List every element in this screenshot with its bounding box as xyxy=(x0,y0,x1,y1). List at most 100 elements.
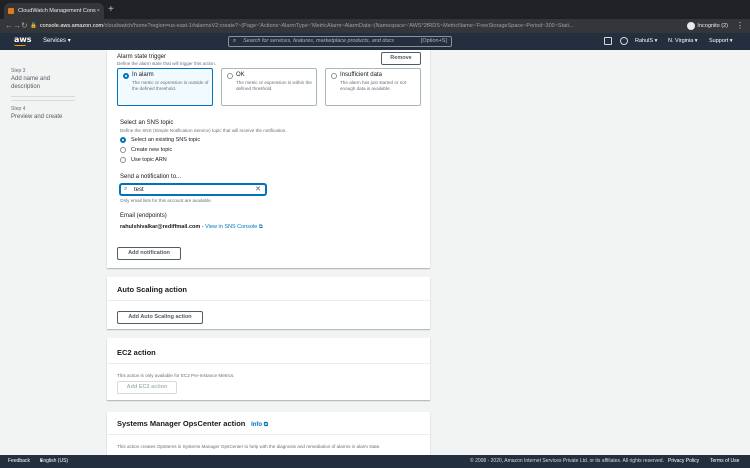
tile-desc: The metric or expression is within the d… xyxy=(236,80,312,91)
sns-existing-radio[interactable] xyxy=(120,137,126,143)
account-menu[interactable]: RahulS ▾ xyxy=(635,33,657,50)
tile-title: In alarm xyxy=(132,72,154,78)
sns-option-label: Select an existing SNS topic xyxy=(131,137,201,143)
aws-top-nav: aws Services ▾ ⌕ Search for services, fe… xyxy=(0,33,750,50)
in-alarm-radio[interactable] xyxy=(123,73,129,79)
aws-search-input[interactable]: ⌕ Search for services, features, marketp… xyxy=(228,36,452,47)
caret-down-icon: ▾ xyxy=(67,38,71,44)
clear-icon[interactable]: ✕ xyxy=(255,185,261,194)
incognito-indicator[interactable]: Incognito (2) xyxy=(687,21,728,31)
back-icon[interactable]: ← xyxy=(5,20,13,32)
services-label: Services xyxy=(43,38,67,44)
remove-button[interactable]: Remove xyxy=(381,52,421,65)
reload-icon[interactable]: ↻ xyxy=(21,20,28,32)
email-value: rahulshivalkar@rediffmail.com xyxy=(120,224,201,230)
autoscaling-title: Auto Scaling action xyxy=(117,285,188,294)
wizard-steps-sidebar: Step 3 Add name and description Step 4 P… xyxy=(0,50,100,455)
aws-smile-icon xyxy=(14,44,26,46)
send-to-field[interactable]: ⌕ ✕ xyxy=(120,184,266,195)
add-ec2-button[interactable]: Add EC2 action xyxy=(117,381,177,394)
panel-divider xyxy=(107,434,430,435)
tile-ok[interactable]: OK The metric or expression is within th… xyxy=(221,68,317,106)
forward-icon[interactable]: → xyxy=(13,20,21,32)
sns-option-label: Use topic ARN xyxy=(131,157,167,163)
view-sns-console-link[interactable]: View in SNS Console ⧉ xyxy=(205,224,263,230)
email-row: rahulshivalkar@rediffmail.com - View in … xyxy=(120,224,263,231)
tile-desc: The metric or expression is outside of t… xyxy=(132,80,209,91)
incognito-label: Incognito (2) xyxy=(697,23,728,29)
ec2-panel: EC2 action This action is only available… xyxy=(107,338,430,400)
cloudwatch-favicon-icon xyxy=(8,8,14,14)
tile-title: OK xyxy=(236,72,245,78)
browser-tab[interactable]: CloudWatch Management Cons × xyxy=(4,3,104,19)
support-label: Support xyxy=(709,38,729,44)
url-field[interactable]: 🔒 console.aws.amazon.com/cloudwatch/home?… xyxy=(30,21,660,31)
step-3-text-line2[interactable]: description xyxy=(11,83,40,91)
url-host: console.aws.amazon.com xyxy=(39,23,104,29)
ssm-info-link[interactable]: Info ⧉ xyxy=(251,422,268,428)
lock-icon: 🔒 xyxy=(30,23,37,29)
search-shortcut: [Option+S] xyxy=(420,38,447,44)
tile-insufficient-data[interactable]: Insufficient data The alarm has just sta… xyxy=(325,68,421,106)
external-link-icon: ⧉ xyxy=(258,224,263,230)
tile-in-alarm[interactable]: In alarm The metric or expression is out… xyxy=(117,68,213,106)
cloudshell-icon[interactable] xyxy=(604,37,612,45)
ssm-opscenter-panel: Systems Manager OpsCenter action Info ⧉ … xyxy=(107,412,430,455)
ssm-desc: This action creates OpsItems in Systems … xyxy=(117,444,381,449)
step-4-text[interactable]: Preview and create xyxy=(11,113,62,121)
view-sns-link-text: View in SNS Console xyxy=(205,224,258,230)
tile-title: Insufficient data xyxy=(340,72,382,78)
copyright-text: © 2008 - 2020, Amazon Internet Services … xyxy=(470,458,664,464)
browser-menu-icon[interactable]: ⋮ xyxy=(736,21,744,31)
search-icon: ⌕ xyxy=(233,38,237,44)
feedback-link[interactable]: Feedback xyxy=(8,455,30,468)
browser-tab-bar: CloudWatch Management Cons × + xyxy=(0,0,750,19)
region-name: N. Virginia xyxy=(668,38,694,44)
send-to-hint: Only email lists for this account are av… xyxy=(120,198,212,203)
search-placeholder: Search for services, features, marketpla… xyxy=(243,38,395,44)
tile-desc: The alarm has just started or not enough… xyxy=(340,80,407,91)
insufficient-data-radio[interactable] xyxy=(331,73,337,79)
sns-arn-radio[interactable] xyxy=(120,157,126,163)
services-menu[interactable]: Services ▾ xyxy=(43,33,71,50)
url-path: /cloudwatch/home?region=us-east-1#alarms… xyxy=(103,23,574,29)
autoscaling-panel: Auto Scaling action Add Auto Scaling act… xyxy=(107,277,430,329)
search-icon: ⌕ xyxy=(124,186,128,192)
sns-create-radio[interactable] xyxy=(120,147,126,153)
ec2-desc: This action is only available for EC2 Pe… xyxy=(117,373,235,378)
send-to-input[interactable] xyxy=(134,186,249,193)
email-label: Email (endpoints) xyxy=(120,213,167,219)
step-4-label: Step 4 xyxy=(11,106,26,112)
aws-logo[interactable]: aws xyxy=(14,35,32,44)
aws-footer: Feedback English (US) ▾ © 2008 - 2020, A… xyxy=(0,455,750,468)
tab-close-icon[interactable]: × xyxy=(97,3,100,19)
ok-radio[interactable] xyxy=(227,73,233,79)
alarm-state-title: Alarm state trigger xyxy=(117,54,167,60)
support-menu[interactable]: Support ▾ xyxy=(709,33,733,50)
language-label: English (US) xyxy=(40,458,69,464)
add-autoscaling-button[interactable]: Add Auto Scaling action xyxy=(117,311,203,324)
ssm-title: Systems Manager OpsCenter action xyxy=(117,419,246,428)
ec2-title: EC2 action xyxy=(117,348,156,357)
add-notification-button[interactable]: Add notification xyxy=(117,247,181,260)
step-3-label: Step 3 xyxy=(11,68,26,74)
panel-divider xyxy=(107,300,430,301)
panel-divider xyxy=(107,363,430,364)
step-divider xyxy=(11,96,75,97)
alarm-state-desc: Define the alarm state that will trigger… xyxy=(117,61,217,66)
external-link-icon: ⧉ xyxy=(263,422,269,428)
terms-link[interactable]: Terms of Use xyxy=(710,455,739,468)
privacy-link[interactable]: Privacy Policy xyxy=(668,455,699,468)
notification-panel: Alarm state trigger Define the alarm sta… xyxy=(107,50,430,268)
new-tab-icon[interactable]: + xyxy=(108,3,114,17)
account-name: RahulS xyxy=(635,38,654,44)
step-3-text[interactable]: Add name and xyxy=(11,75,50,83)
step-divider xyxy=(11,100,75,101)
sns-option-label: Create new topic xyxy=(131,147,173,153)
notifications-bell-icon[interactable] xyxy=(620,37,628,45)
send-to-label: Send a notification to... xyxy=(120,174,182,180)
incognito-icon xyxy=(687,21,696,30)
ssm-title-row: Systems Manager OpsCenter action Info ⧉ xyxy=(117,419,268,429)
region-menu[interactable]: N. Virginia ▾ xyxy=(668,33,698,50)
language-selector[interactable]: English (US) ▾ xyxy=(40,455,68,468)
